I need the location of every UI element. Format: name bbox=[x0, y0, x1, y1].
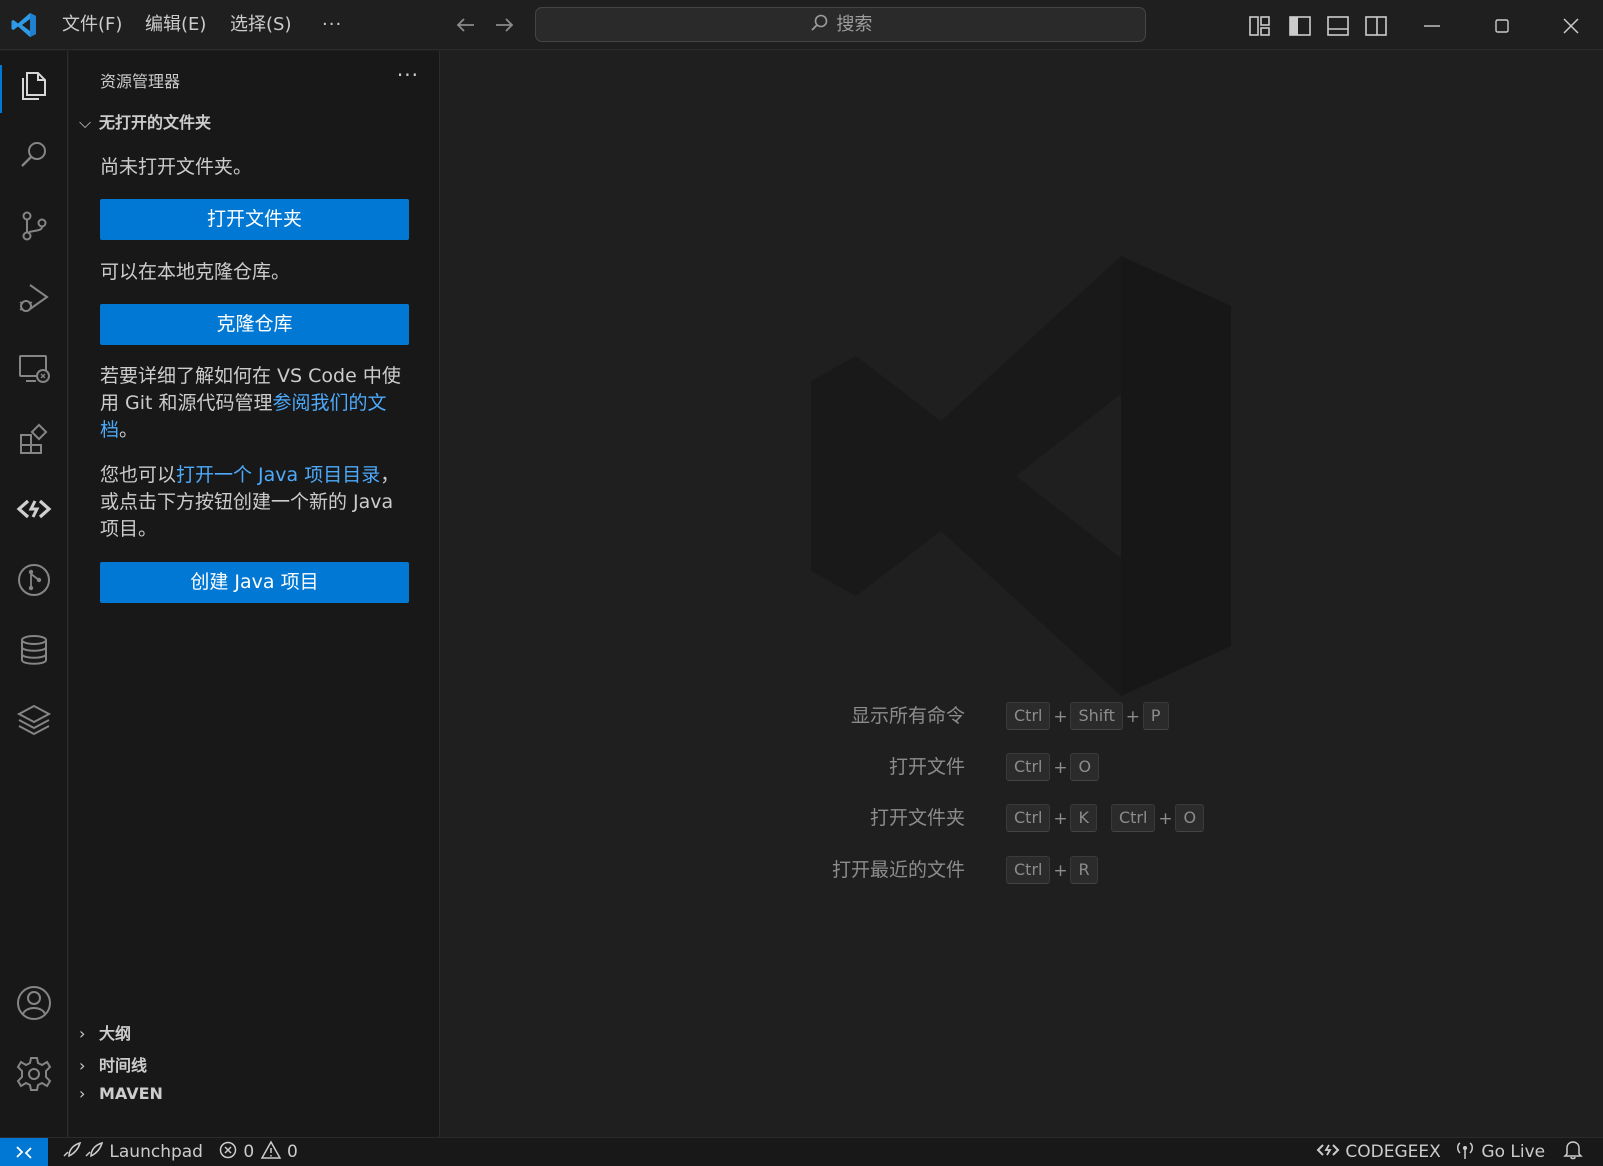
extensions-icon[interactable] bbox=[14, 419, 54, 459]
search-placeholder: 搜索 bbox=[836, 14, 873, 35]
activity-bar bbox=[0, 51, 68, 1137]
toggle-primary-sidebar-icon[interactable] bbox=[1286, 12, 1314, 40]
shortcut-label: 打开文件夹 bbox=[869, 807, 965, 829]
search-icon[interactable] bbox=[14, 135, 54, 175]
shortcut-open-file: 打开文件 Ctrl + O bbox=[441, 752, 1603, 782]
explorer-icon[interactable] bbox=[14, 65, 54, 105]
account-icon[interactable] bbox=[14, 983, 54, 1023]
error-icon bbox=[219, 1141, 237, 1159]
key-cap: O bbox=[1070, 753, 1100, 781]
database-icon[interactable] bbox=[14, 630, 54, 670]
shortcut-open-recent: 打开最近的文件 Ctrl + R bbox=[441, 855, 1603, 885]
chevron-right-icon: › bbox=[79, 1024, 86, 1043]
minimize-icon[interactable] bbox=[1418, 12, 1446, 40]
bell-icon bbox=[1563, 1141, 1583, 1160]
chevron-down-icon: ⌵ bbox=[79, 113, 92, 132]
more-actions-button[interactable]: ··· bbox=[397, 63, 419, 87]
go-live-label: Go Live bbox=[1481, 1142, 1546, 1162]
primary-sidebar: 资源管理器 ··· ⌵ 无打开的文件夹 尚未打开文件夹。 打开文件夹 可以在本地克… bbox=[69, 51, 440, 1137]
run-debug-icon[interactable] bbox=[14, 277, 54, 317]
launchpad-label: Launchpad bbox=[109, 1142, 203, 1162]
source-control-icon[interactable] bbox=[14, 206, 54, 246]
section-no-folder[interactable]: ⌵ 无打开的文件夹 bbox=[79, 109, 211, 133]
clone-repository-button[interactable]: 克隆仓库 bbox=[100, 304, 409, 345]
key-cap: K bbox=[1070, 804, 1097, 832]
menu-more[interactable]: ··· bbox=[322, 12, 342, 38]
vscode-logo-icon bbox=[11, 13, 36, 37]
remote-icon bbox=[16, 1146, 32, 1159]
section-outline[interactable]: › 大纲 bbox=[79, 1020, 131, 1044]
editor-area: 显示所有命令 Ctrl + Shift + P 打开文件 Ctrl + O 打开文件夹 Ct… bbox=[441, 51, 1603, 1137]
shortcut-label: 打开最近的文件 bbox=[831, 859, 965, 881]
close-icon[interactable] bbox=[1557, 12, 1585, 40]
section-outline-label: 大纲 bbox=[99, 1024, 132, 1043]
key-cap: Ctrl bbox=[1006, 753, 1051, 781]
key-cap: R bbox=[1070, 856, 1098, 884]
menu-selection[interactable]: 选择(S) bbox=[230, 12, 291, 38]
codegeex-status-item[interactable]: CODEGEEX bbox=[1316, 1138, 1441, 1166]
create-java-project-button[interactable]: 创建 Java 项目 bbox=[100, 562, 409, 603]
go-live-item[interactable]: Go Live bbox=[1454, 1138, 1545, 1166]
shortcut-show-all-commands: 显示所有命令 Ctrl + Shift + P bbox=[441, 701, 1603, 731]
learn-text-part2: 。 bbox=[119, 419, 139, 441]
customize-layout-icon[interactable] bbox=[1246, 12, 1274, 40]
remote-explorer-icon[interactable] bbox=[14, 348, 54, 388]
clone-text: 可以在本地克隆仓库。 bbox=[100, 261, 291, 283]
shortcut-label: 显示所有命令 bbox=[850, 705, 965, 727]
shortcut-label: 打开文件 bbox=[888, 756, 965, 778]
broadcast-icon bbox=[1457, 1142, 1473, 1159]
codegeex-icon[interactable] bbox=[14, 489, 54, 529]
key-cap: Shift bbox=[1070, 702, 1123, 730]
notifications-item[interactable] bbox=[1562, 1138, 1584, 1166]
key-cap: Ctrl bbox=[1006, 702, 1051, 730]
problems-item[interactable]: 0 0 bbox=[218, 1138, 298, 1166]
toggle-secondary-sidebar-icon[interactable] bbox=[1362, 12, 1390, 40]
menu-edit[interactable]: 编辑(E) bbox=[145, 12, 206, 38]
title-bar: 文件(F) 编辑(E) 选择(S) ··· 搜索 bbox=[0, 0, 1603, 50]
layers-icon[interactable] bbox=[14, 700, 54, 740]
warning-icon bbox=[260, 1140, 281, 1159]
arrow-right-icon[interactable] bbox=[490, 12, 518, 38]
open-java-project-link[interactable]: 打开一个 Java 项目目录 bbox=[176, 464, 380, 486]
key-cap: O bbox=[1175, 804, 1205, 832]
search-icon bbox=[810, 14, 827, 31]
menu-file[interactable]: 文件(F) bbox=[62, 12, 122, 38]
error-count: 0 bbox=[243, 1142, 255, 1162]
open-folder-button[interactable]: 打开文件夹 bbox=[100, 199, 409, 240]
rocket-icon bbox=[63, 1141, 104, 1158]
maximize-icon[interactable] bbox=[1488, 12, 1516, 40]
launchpad-item[interactable]: Launchpad bbox=[60, 1138, 203, 1166]
key-cap: Ctrl bbox=[1006, 804, 1051, 832]
warning-count: 0 bbox=[287, 1142, 298, 1162]
learn-more-text: 若要详细了解如何在 VS Code 中使用 Git 和源代码管理参阅我们的文档。 bbox=[100, 363, 402, 444]
toggle-panel-icon[interactable] bbox=[1324, 12, 1352, 40]
section-maven-label: MAVEN bbox=[99, 1084, 163, 1103]
key-cap: Ctrl bbox=[1110, 804, 1156, 832]
codegeex-icon bbox=[1316, 1144, 1340, 1156]
section-maven[interactable]: › MAVEN bbox=[79, 1084, 163, 1103]
key-cap: Ctrl bbox=[1006, 856, 1051, 884]
chevron-right-icon: › bbox=[79, 1056, 86, 1075]
git-graph-icon[interactable] bbox=[14, 560, 54, 600]
remote-indicator[interactable] bbox=[0, 1138, 48, 1166]
java-text-part1: 您也可以 bbox=[100, 464, 177, 486]
key-cap: P bbox=[1142, 702, 1169, 730]
codegeex-label: CODEGEEX bbox=[1345, 1142, 1441, 1162]
java-text: 您也可以打开一个 Java 项目目录，或点击下方按钮创建一个新的 Java 项目… bbox=[100, 462, 402, 543]
section-no-folder-label: 无打开的文件夹 bbox=[99, 113, 212, 132]
status-bar: Launchpad 0 0 CODEGEEX Go Live bbox=[0, 1137, 1603, 1166]
shortcut-open-folder: 打开文件夹 Ctrl + K Ctrl + O bbox=[441, 803, 1603, 833]
arrow-left-icon[interactable] bbox=[452, 12, 480, 38]
chevron-right-icon: › bbox=[79, 1084, 86, 1103]
section-timeline-label: 时间线 bbox=[99, 1056, 148, 1075]
settings-gear-icon[interactable] bbox=[14, 1054, 54, 1094]
active-indicator bbox=[0, 65, 2, 113]
no-folder-text: 尚未打开文件夹。 bbox=[100, 156, 253, 178]
explorer-title: 资源管理器 bbox=[100, 72, 181, 91]
section-timeline[interactable]: › 时间线 bbox=[79, 1052, 147, 1076]
vscode-watermark-icon bbox=[811, 256, 1231, 696]
command-center-search[interactable]: 搜索 bbox=[535, 7, 1146, 42]
